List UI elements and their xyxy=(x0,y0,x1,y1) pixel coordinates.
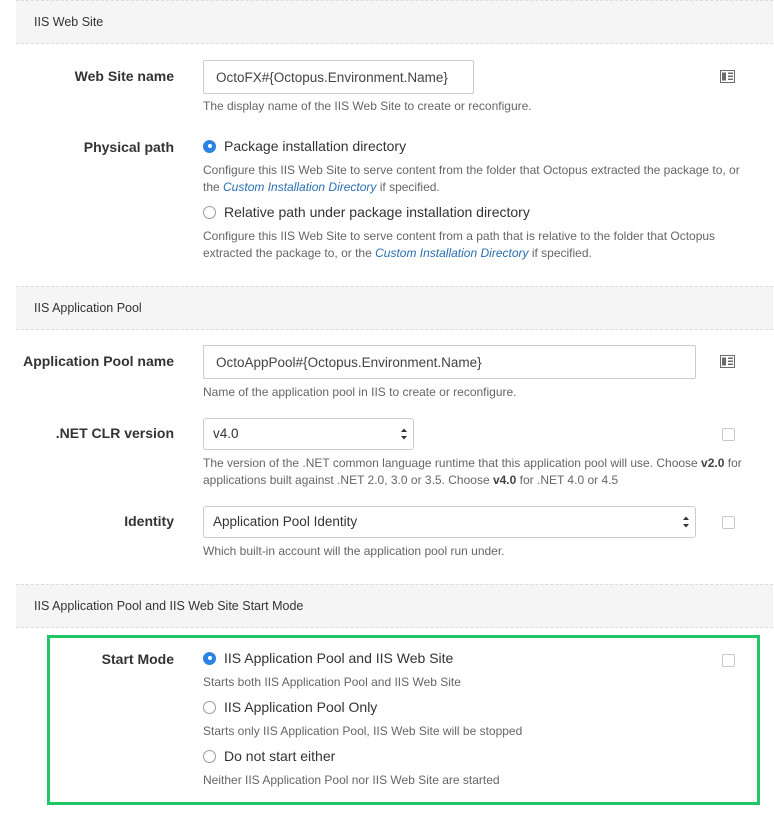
radio-package-installation-directory[interactable]: Package installation directory xyxy=(203,136,406,156)
web-site-name-input[interactable] xyxy=(203,60,474,94)
section-header-start-mode: IIS Application Pool and IIS Web Site St… xyxy=(16,584,773,628)
variable-binding-icon[interactable] xyxy=(720,70,735,83)
section-header-web-site: IIS Web Site xyxy=(16,0,773,44)
select-arrows-icon xyxy=(683,516,689,528)
identity-select[interactable]: Application Pool Identity xyxy=(203,506,696,538)
start-mode-highlight-box xyxy=(47,635,760,805)
section-header-app-pool: IIS Application Pool xyxy=(16,286,773,330)
identity-selected: Application Pool Identity xyxy=(213,514,358,529)
clr-version-selected: v4.0 xyxy=(213,426,239,441)
app-pool-name-label: Application Pool name xyxy=(23,353,174,369)
variable-binding-icon[interactable] xyxy=(720,355,735,368)
radio-button[interactable] xyxy=(203,139,216,153)
package-installation-directory-help: Configure this IIS Web Site to serve con… xyxy=(203,163,740,194)
radio-relative-path[interactable]: Relative path under package installation… xyxy=(203,202,530,222)
app-pool-name-help: Name of the application pool in IIS to c… xyxy=(203,385,517,399)
custom-installation-directory-link[interactable]: Custom Installation Directory xyxy=(375,246,528,260)
radio-button[interactable] xyxy=(203,205,216,219)
identity-help: Which built-in account will the applicat… xyxy=(203,544,505,558)
clr-version-help: The version of the .NET common language … xyxy=(203,456,742,487)
custom-installation-directory-link[interactable]: Custom Installation Directory xyxy=(223,180,376,194)
radio-label: Relative path under package installation… xyxy=(224,204,530,220)
relative-path-help: Configure this IIS Web Site to serve con… xyxy=(203,229,716,260)
web-site-name-help: The display name of the IIS Web Site to … xyxy=(203,99,532,113)
physical-path-label: Physical path xyxy=(83,139,174,155)
radio-label: Package installation directory xyxy=(224,138,407,154)
clr-version-variable-checkbox[interactable] xyxy=(722,428,735,441)
select-arrows-icon xyxy=(401,428,407,440)
web-site-name-label: Web Site name xyxy=(74,68,174,84)
clr-version-label: .NET CLR version xyxy=(55,425,174,441)
identity-variable-checkbox[interactable] xyxy=(722,516,735,529)
identity-label: Identity xyxy=(124,513,174,529)
clr-version-select[interactable]: v4.0 xyxy=(203,418,414,450)
app-pool-name-input[interactable] xyxy=(203,345,696,379)
